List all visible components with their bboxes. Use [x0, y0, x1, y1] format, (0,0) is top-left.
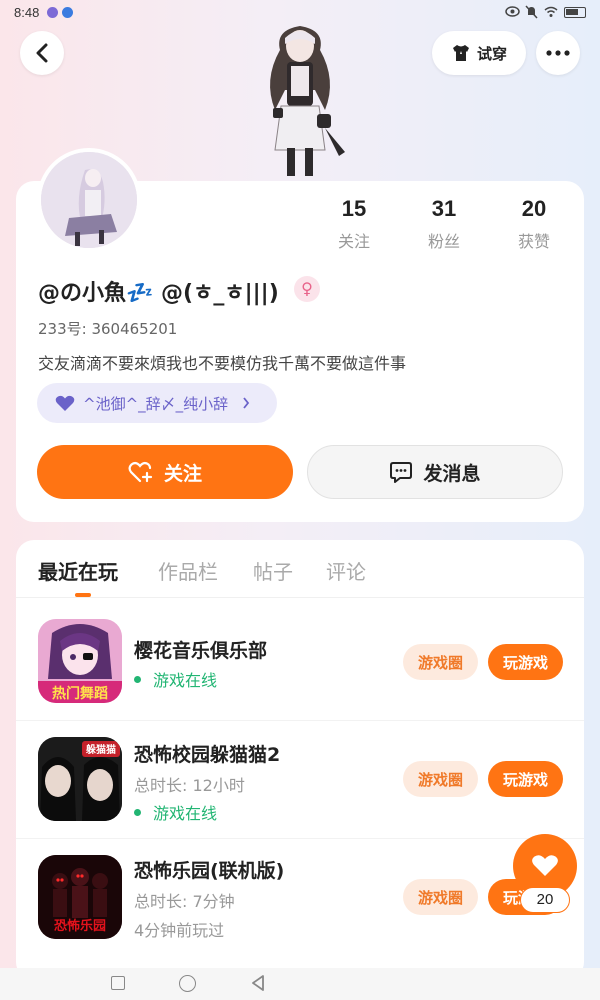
recent-apps-icon[interactable] — [111, 976, 125, 990]
followers-label: 粉丝 — [427, 232, 460, 251]
game-title: 恐怖乐园(联机版) — [134, 860, 285, 882]
female-gender-icon: ♀ — [294, 276, 320, 302]
eye-icon — [505, 6, 520, 17]
wifi-icon — [544, 6, 558, 17]
game-circle-button[interactable]: 游戏圈 — [403, 644, 478, 680]
tab-recently-played[interactable]: 最近在玩 — [38, 556, 118, 585]
heart-icon — [55, 395, 75, 411]
shirt-icon — [452, 45, 469, 61]
game-last-played: 4分钟前玩过 — [134, 921, 225, 940]
tab-comments[interactable]: 评论 — [326, 556, 366, 585]
heart-icon — [532, 855, 558, 876]
following-count: 15 — [341, 196, 367, 221]
notification-icon — [47, 7, 58, 18]
game-row[interactable]: 热门舞蹈 樱花音乐俱乐部 游戏在线 游戏圈 玩游戏 — [16, 604, 584, 722]
follow-button[interactable]: 关注 — [37, 445, 293, 499]
game-playtime: 总时长: 7分钟 — [134, 892, 235, 911]
game-online-status: 游戏在线 — [134, 667, 217, 691]
status-time: 8:48 — [14, 5, 40, 20]
likes-label: 获赞 — [517, 232, 550, 251]
game-playtime: 总时长: 12小时 — [134, 776, 245, 795]
mute-icon — [525, 5, 538, 19]
more-button[interactable] — [536, 31, 580, 75]
divider — [16, 720, 584, 721]
tab-posts[interactable]: 帖子 — [253, 556, 293, 585]
following-stat[interactable]: 15 关注 — [314, 196, 394, 252]
follow-label: 关注 — [163, 462, 202, 485]
user-bio: 交友滴滴不要來煩我也不要模仿我千萬不要做這件事 — [38, 354, 407, 373]
game-row[interactable]: 恐怖乐园 恐怖乐园(联机版) 总时长: 7分钟 4分钟前玩过 游戏圈 玩游戏 — [16, 840, 584, 958]
likes-stat[interactable]: 20 获赞 — [494, 196, 574, 252]
game-title: 恐怖校园躲猫猫2 — [134, 744, 281, 766]
home-icon[interactable] — [179, 975, 196, 992]
online-label: 游戏在线 — [153, 671, 218, 690]
game-icon: 热门舞蹈 — [38, 619, 122, 703]
followers-stat[interactable]: 31 粉丝 — [404, 196, 484, 252]
more-dots-icon — [546, 50, 570, 56]
back-button[interactable] — [20, 31, 64, 75]
message-button[interactable]: 发消息 — [307, 445, 563, 499]
username: @の小魚💤 @(ㅎ_ㅎ|||) — [38, 281, 279, 306]
following-label: 关注 — [337, 232, 370, 251]
profile-stats: 15 关注 31 粉丝 20 获赞 — [310, 196, 580, 256]
character-illustration — [245, 20, 355, 185]
game-row[interactable]: 躲猫猫 恐怖校园躲猫猫2 总时长: 12小时 游戏在线 游戏圈 玩游戏 — [16, 722, 584, 840]
game-circle-button[interactable]: 游戏圈 — [403, 761, 478, 797]
heart-plus-icon — [128, 461, 153, 483]
game-icon-text: 恐怖乐园 — [54, 918, 106, 934]
like-count: 20 — [520, 887, 570, 913]
try-on-label: 试穿 — [476, 44, 507, 63]
group-name: ^池御^_辞〆_纯小辞 — [83, 394, 229, 413]
online-label: 游戏在线 — [153, 804, 218, 823]
play-game-button[interactable]: 玩游戏 — [488, 761, 563, 797]
divider — [16, 838, 584, 839]
chevron-right-icon — [243, 397, 250, 409]
avatar[interactable] — [37, 148, 141, 252]
chevron-left-icon — [36, 43, 48, 63]
game-icon: 恐怖乐园 — [38, 855, 122, 939]
notification-icon — [62, 7, 73, 18]
likes-count: 20 — [521, 196, 547, 221]
online-dot-icon — [134, 675, 141, 683]
chat-bubble-icon — [390, 462, 413, 483]
game-online-status: 游戏在线 — [134, 800, 217, 824]
divider — [16, 597, 584, 598]
game-circle-button[interactable]: 游戏圈 — [403, 879, 478, 915]
game-icon-text: 躲猫猫 — [86, 743, 116, 756]
game-icon: 躲猫猫 — [38, 737, 122, 821]
followers-count: 31 — [431, 196, 457, 221]
game-icon-text: 热门舞蹈 — [52, 685, 108, 702]
online-dot-icon — [134, 808, 141, 816]
user-id: 233号: 360465201 — [38, 320, 178, 338]
battery-icon — [564, 7, 586, 18]
back-triangle-icon[interactable] — [250, 974, 266, 992]
try-on-button[interactable]: 试穿 — [432, 31, 526, 75]
message-label: 发消息 — [423, 462, 481, 485]
game-title: 樱花音乐俱乐部 — [134, 640, 268, 662]
group-chip[interactable]: ^池御^_辞〆_纯小辞 — [37, 383, 277, 423]
play-game-button[interactable]: 玩游戏 — [488, 644, 563, 680]
tab-works[interactable]: 作品栏 — [158, 556, 218, 585]
system-nav-bar — [0, 968, 600, 1000]
